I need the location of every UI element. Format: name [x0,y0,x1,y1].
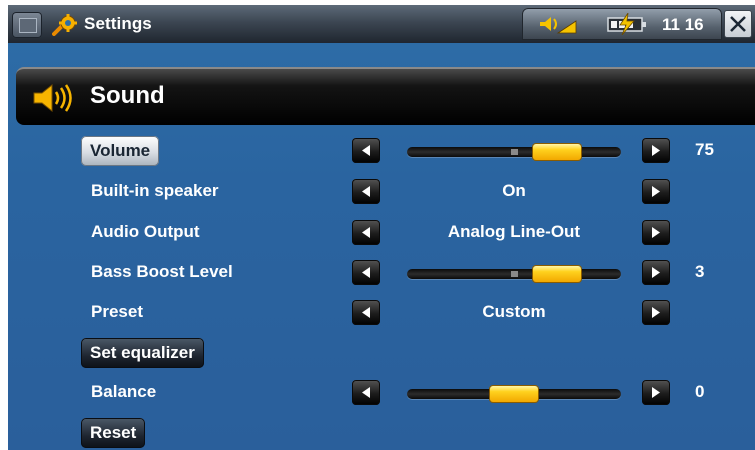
bass-boost-slider-knob[interactable] [533,266,581,282]
bass-boost-row: Bass Boost Level 3 [8,255,755,291]
volume-decrease-button[interactable] [352,138,380,163]
app-title: Settings [84,14,152,33]
bass-boost-label: Bass Boost Level [91,262,233,281]
preset-value: Custom [482,302,546,321]
balance-row: Balance 0 [8,375,755,411]
builtin-speaker-prev-button[interactable] [352,179,380,204]
audio-output-row: Audio Output Analog Line-Out [8,215,755,251]
volume-row: Volume 75 [8,133,755,169]
status-tray: 11 16 [522,8,722,40]
section-header: Sound [16,67,755,125]
battery-charging-icon [607,13,646,35]
bass-boost-slider[interactable] [407,266,621,282]
arrow-right-icon [652,267,660,278]
arrow-right-icon [652,307,660,318]
arrow-left-icon [362,267,370,278]
builtin-speaker-label: Built-in speaker [91,181,219,200]
close-icon [730,16,746,32]
top-bar: Settings 11 16 [8,5,755,43]
arrow-left-icon [362,145,370,156]
audio-output-prev-button[interactable] [352,220,380,245]
arrow-left-icon [362,186,370,197]
volume-label-button[interactable]: Volume [81,136,160,166]
bass-boost-increase-button[interactable] [642,260,670,285]
volume-slider[interactable] [407,144,621,160]
arrow-left-icon [362,387,370,398]
builtin-speaker-next-button[interactable] [642,179,670,204]
section-title: Sound [90,82,165,109]
preset-prev-button[interactable] [352,300,380,325]
volume-slider-knob[interactable] [533,144,581,160]
close-button[interactable] [724,10,752,38]
builtin-speaker-row: Built-in speaker On [8,174,755,210]
reset-button[interactable]: Reset [81,418,146,448]
settings-gear-icon [52,14,77,36]
app-menu-button[interactable] [12,12,42,38]
bass-boost-value: 3 [695,262,705,281]
balance-slider[interactable] [407,386,621,402]
preset-next-button[interactable] [642,300,670,325]
speaker-icon [33,83,72,113]
builtin-speaker-value: On [502,181,526,200]
volume-value: 75 [695,140,714,159]
audio-output-label: Audio Output [91,222,200,241]
preset-row: Preset Custom [8,295,755,331]
slider-center-mark [511,149,518,155]
audio-output-next-button[interactable] [642,220,670,245]
reset-row: Reset [8,415,755,450]
set-equalizer-row: Set equalizer [8,335,755,371]
screen: Settings 11 16 Sound Volume 75 Built-in … [8,5,755,450]
bass-boost-decrease-button[interactable] [352,260,380,285]
clock: 11 16 [662,15,704,34]
balance-slider-knob[interactable] [490,386,538,402]
arrow-right-icon [652,387,660,398]
set-equalizer-button[interactable]: Set equalizer [81,338,204,368]
arrow-left-icon [362,307,370,318]
balance-label: Balance [91,382,157,401]
volume-increase-button[interactable] [642,138,670,163]
balance-decrease-button[interactable] [352,380,380,405]
arrow-right-icon [652,227,660,238]
balance-increase-button[interactable] [642,380,670,405]
arrow-left-icon [362,227,370,238]
preset-label: Preset [91,302,143,321]
audio-output-value: Analog Line-Out [447,222,581,241]
arrow-right-icon [652,186,660,197]
balance-value: 0 [695,382,705,401]
volume-status-icon [540,17,577,34]
arrow-right-icon [652,145,660,156]
slider-center-mark [511,271,518,277]
